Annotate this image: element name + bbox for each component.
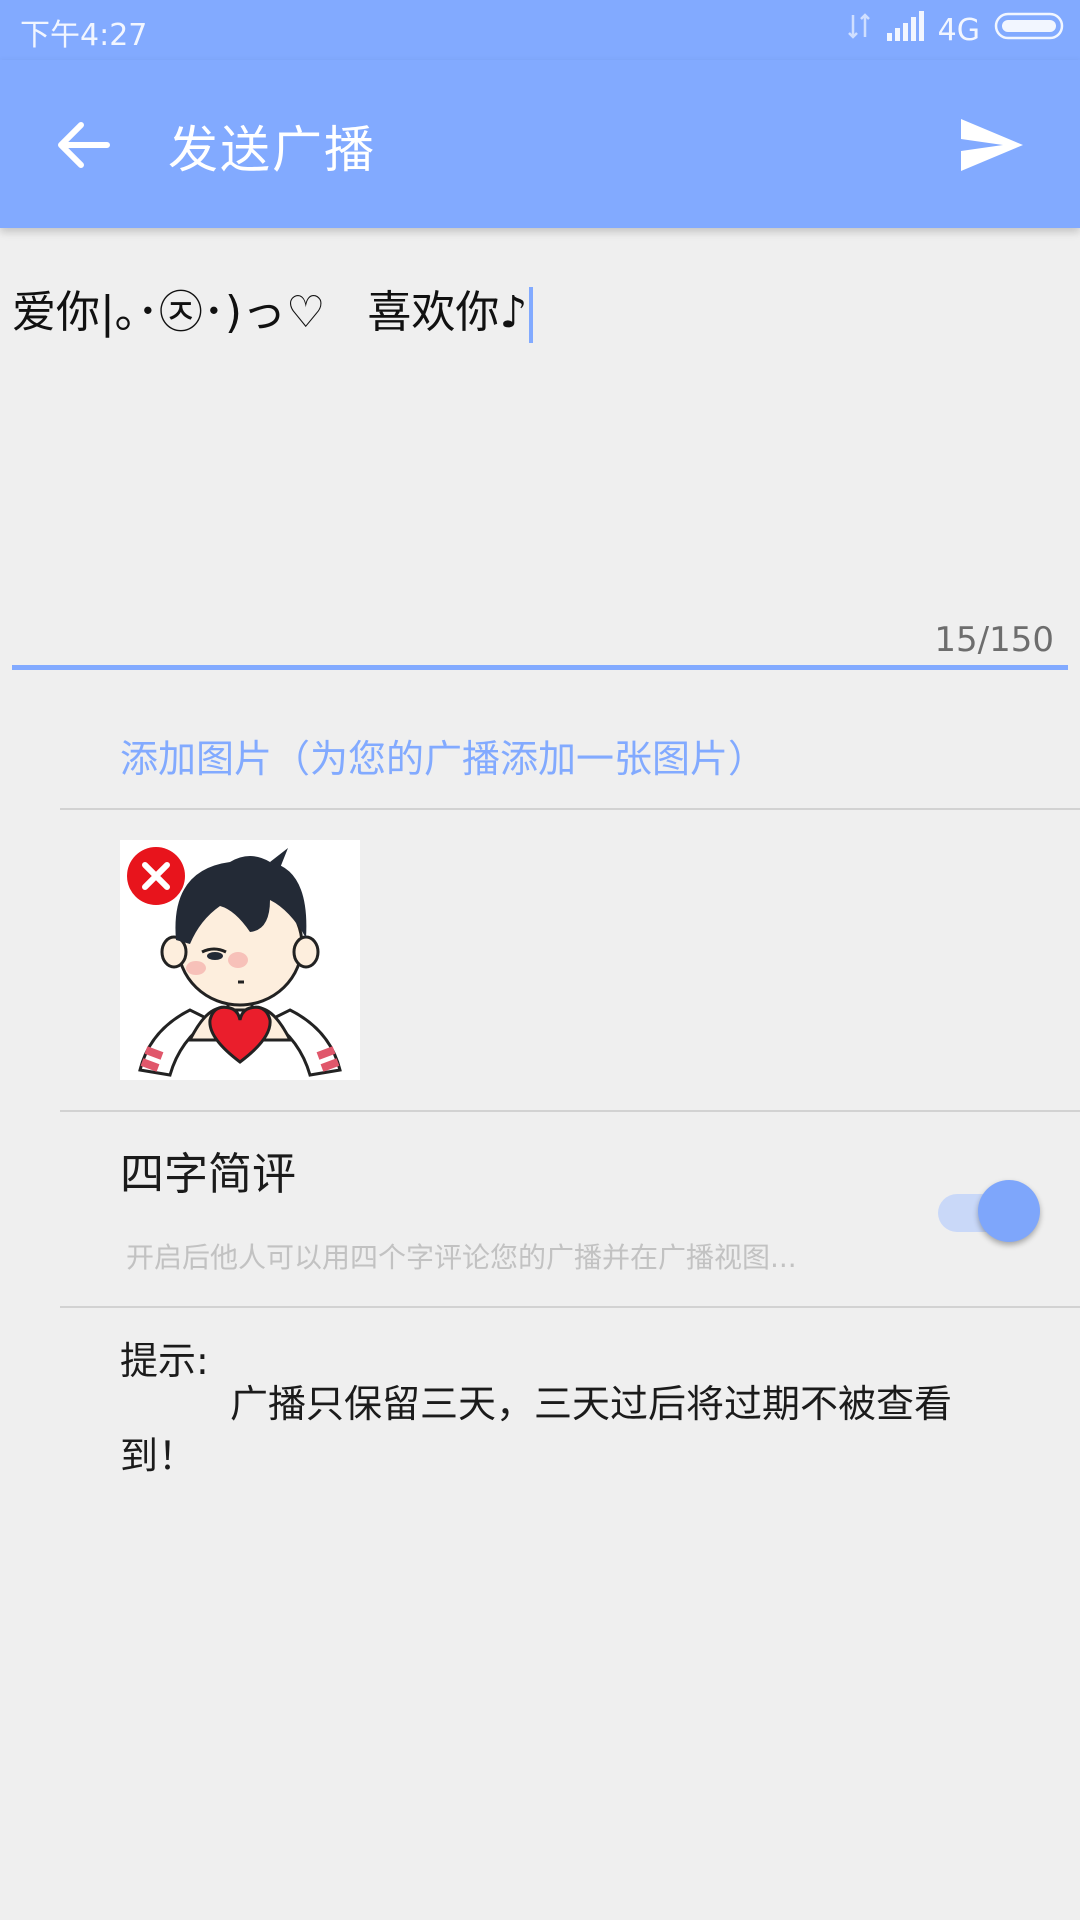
send-icon <box>959 117 1025 177</box>
four-char-review-switch[interactable] <box>938 1180 1042 1244</box>
switch-knob <box>978 1180 1040 1242</box>
divider <box>60 1110 1080 1112</box>
four-char-review-description: 开启后他人可以用四个字评论您的广播并在广播视图... <box>126 1241 797 1274</box>
editor-underline <box>12 665 1068 670</box>
text-cursor <box>529 287 534 343</box>
add-image-button[interactable]: 添加图片（为您的广播添加一张图片） <box>120 728 766 783</box>
app-toolbar: 发送广播 <box>0 60 1080 228</box>
char-counter: 15/150 <box>934 620 1054 660</box>
data-arrows-icon <box>846 11 872 49</box>
broadcast-text: 爱你|｡･㉨･)っ♡ 喜欢你♪ <box>12 287 528 338</box>
send-button[interactable] <box>952 112 1032 182</box>
four-char-review-title: 四字简评 <box>120 1149 296 1200</box>
arrow-left-icon <box>55 120 111 174</box>
broadcast-text-input[interactable]: 爱你|｡･㉨･)っ♡ 喜欢你♪ <box>12 276 534 343</box>
status-icons: 4G <box>846 10 1066 50</box>
divider <box>60 1306 1080 1308</box>
divider <box>60 808 1080 810</box>
back-button[interactable] <box>48 112 118 182</box>
broadcast-editor[interactable]: 爱你|｡･㉨･)っ♡ 喜欢你♪ 15/150 <box>12 228 1068 670</box>
status-bar: 下午4:27 4G <box>0 0 1080 60</box>
network-type: 4G <box>937 12 980 48</box>
hint-text: 广播只保留三天，三天过后将过期不被查看到！ <box>120 1382 953 1478</box>
remove-image-button[interactable] <box>126 846 186 906</box>
signal-icon <box>886 11 924 49</box>
remove-x-icon <box>127 847 185 905</box>
status-time: 下午4:27 <box>20 18 148 53</box>
battery-icon <box>994 11 1066 49</box>
page-title: 发送广播 <box>168 121 376 179</box>
hint-label: 提示: <box>120 1339 209 1383</box>
